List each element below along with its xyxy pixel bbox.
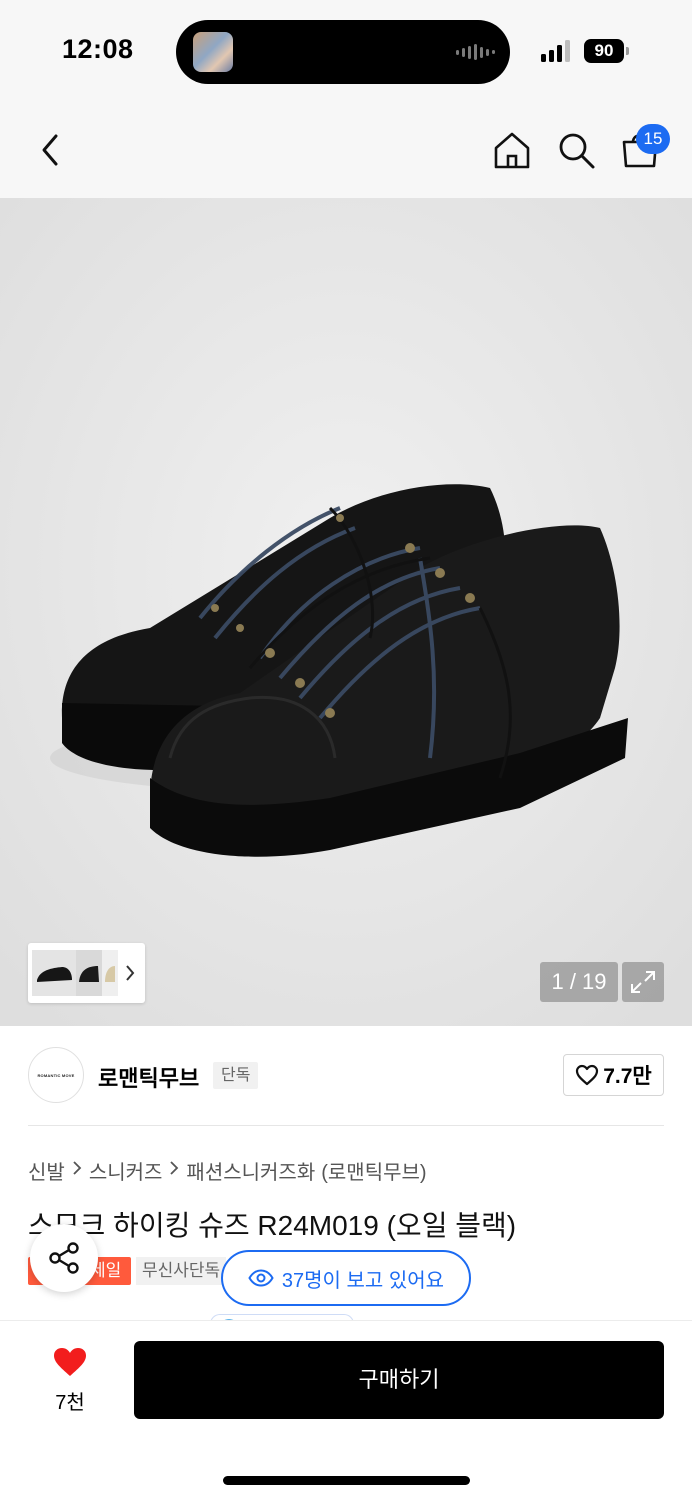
breadcrumb-item[interactable]: 신발 <box>28 1156 65 1185</box>
breadcrumb: 신발 스니커즈 패션스니커즈화 (로맨틱무브) <box>28 1156 427 1185</box>
heart-filled-icon[interactable] <box>52 1346 88 1383</box>
now-playing-artwork <box>193 32 233 72</box>
buy-button[interactable]: 구매하기 <box>134 1341 664 1419</box>
thumbnail-1[interactable] <box>32 950 76 996</box>
product-image-gallery[interactable]: 1 / 19 <box>0 198 692 1026</box>
heart-outline-icon <box>576 1064 599 1086</box>
eye-icon <box>248 1269 274 1287</box>
status-bar: 12:08 90 <box>0 0 692 100</box>
exclusive-badge: 단독 <box>213 1062 259 1089</box>
divider <box>28 1125 664 1126</box>
cart-count-badge: 15 <box>636 124 670 154</box>
viewers-text: 37명이 보고 있어요 <box>281 1269 445 1292</box>
home-icon[interactable] <box>492 130 532 175</box>
viewers-toast: 37명이 보고 있어요 <box>221 1250 471 1306</box>
status-time: 12:08 <box>62 34 134 64</box>
thumbnail-strip[interactable] <box>28 943 145 1003</box>
chevron-right-icon <box>169 1159 179 1182</box>
search-icon[interactable] <box>556 130 596 175</box>
share-icon <box>49 1242 79 1274</box>
thumbnail-3[interactable] <box>102 950 118 996</box>
chevron-right-icon <box>72 1159 82 1182</box>
cellular-signal-icon <box>541 40 570 62</box>
battery-icon: 90 <box>584 39 624 63</box>
product-photo <box>0 198 692 1026</box>
top-nav-bar <box>0 100 692 198</box>
home-indicator[interactable] <box>223 1476 470 1485</box>
audio-wave-icon <box>456 44 495 60</box>
expand-icon[interactable] <box>622 962 664 1002</box>
exclusive-tag: 무신사단독 <box>136 1257 227 1285</box>
breadcrumb-item[interactable]: 스니커즈 <box>89 1156 163 1185</box>
brand-like-button[interactable]: 7.7만 <box>563 1054 664 1096</box>
brand-name[interactable]: 로맨틱무브 <box>98 1061 199 1093</box>
chevron-right-icon[interactable] <box>124 963 136 988</box>
favorite-count: 7천 <box>55 1392 85 1414</box>
brand-logo[interactable]: ROMANTIC MOVE <box>28 1047 84 1103</box>
product-title: 스모크 하이킹 슈즈 R24M019 (오일 블랙) <box>28 1210 517 1241</box>
back-icon[interactable] <box>36 132 64 173</box>
share-button[interactable] <box>30 1224 98 1292</box>
breadcrumb-brand[interactable]: (로맨틱무브) <box>321 1156 426 1185</box>
image-counter: 1 / 19 <box>540 962 618 1002</box>
breadcrumb-item[interactable]: 패션스니커즈화 <box>186 1156 315 1185</box>
thumbnail-2[interactable] <box>76 950 102 996</box>
brand-like-count: 7.7만 <box>603 1065 652 1088</box>
battery-tip <box>626 47 629 55</box>
dynamic-island[interactable] <box>176 20 510 84</box>
